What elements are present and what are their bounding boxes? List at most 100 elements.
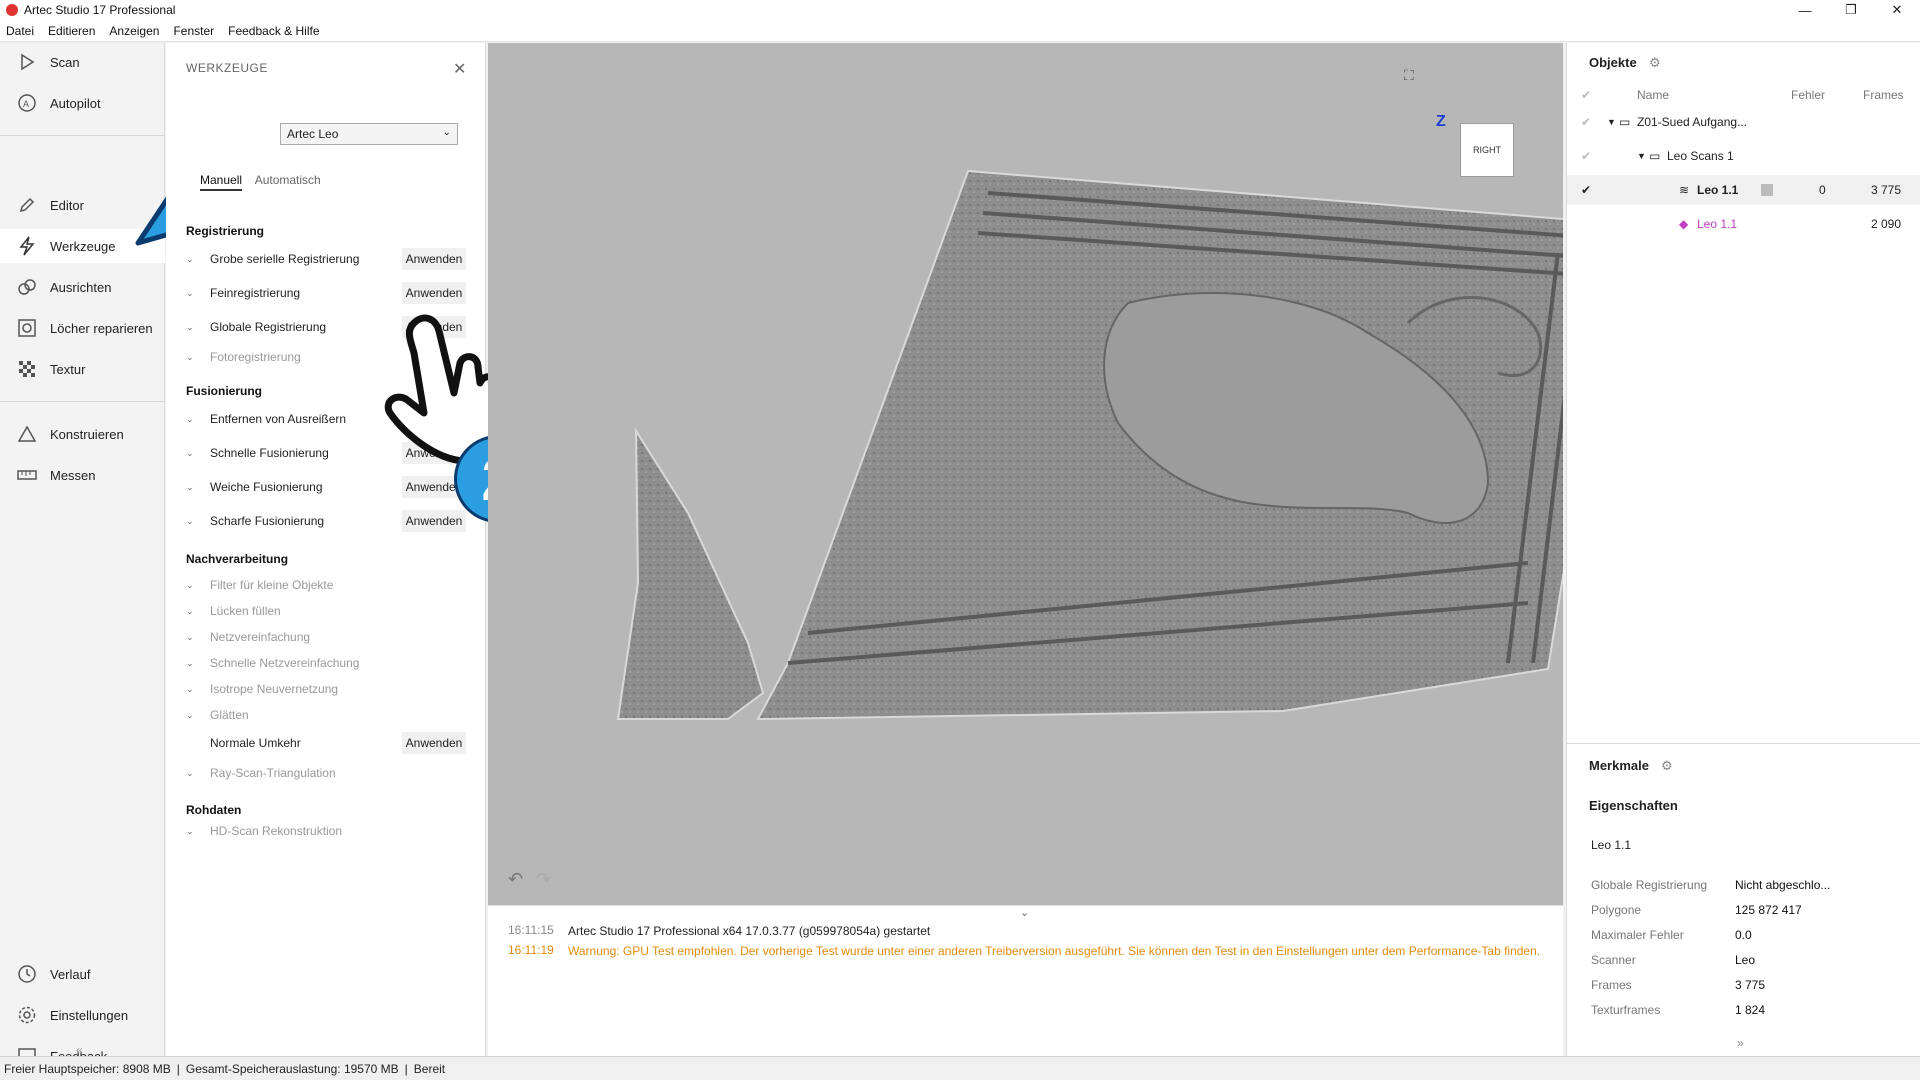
tool-normale-umkehr[interactable]: Normale Umkehr Anwenden — [186, 731, 466, 755]
apply-button[interactable]: Anwenden — [402, 732, 466, 754]
tool-label: Netzvereinfachung — [210, 630, 311, 644]
chevron-down-icon[interactable]: ⌄ — [186, 580, 200, 591]
close-window-button[interactable]: ✕ — [1874, 0, 1920, 20]
tree-row-error: 0 — [1819, 183, 1826, 197]
tool-scharfe-fusionierung[interactable]: ⌄ Scharfe Fusionierung Anwenden — [186, 509, 466, 533]
tool-label: Glätten — [210, 708, 249, 722]
tool-feinregistrierung[interactable]: ⌄ Feinregistrierung Anwenden — [186, 281, 466, 305]
status-free-memory: Freier Hauptspeicher: 8908 MB — [4, 1061, 171, 1076]
nav-ausrichten[interactable]: Ausrichten — [0, 270, 165, 304]
menu-datei[interactable]: Datei — [6, 24, 34, 38]
tool-schnelle-netzvereinfachung[interactable]: ⌄ Schnelle Netzvereinfachung — [186, 651, 466, 675]
chevron-down-icon[interactable]: ⌄ — [186, 254, 200, 265]
chevron-down-icon[interactable]: ⌄ — [186, 710, 200, 721]
visibility-check-icon[interactable]: ✔ — [1581, 115, 1591, 129]
column-error: Fehler — [1791, 88, 1826, 102]
nav-textur[interactable]: Textur — [0, 352, 165, 386]
nav-editor-label: Editor — [50, 197, 84, 213]
nav-einstellungen-label: Einstellungen — [50, 1007, 129, 1023]
nav-scan[interactable]: Scan — [0, 45, 165, 79]
visibility-check-icon[interactable]: ✔ — [1581, 183, 1591, 197]
expand-arrow-icon[interactable]: ▼ — [1607, 117, 1616, 127]
redo-icon[interactable]: ↷ — [536, 869, 551, 890]
tool-isotrope-neuvernetzung[interactable]: ⌄ Isotrope Neuvernetzung — [186, 677, 466, 701]
log-time: 16:11:19 — [508, 943, 554, 957]
view-cube[interactable]: RIGHT — [1452, 111, 1522, 201]
chevron-down-icon[interactable]: ⌄ — [186, 414, 200, 425]
chevron-down-icon[interactable]: ⌄ — [186, 448, 200, 459]
gear-icon[interactable]: ⚙ — [1649, 55, 1661, 71]
axis-z-label: Z — [1436, 113, 1446, 130]
color-swatch[interactable] — [1761, 184, 1773, 196]
tree-row[interactable]: ✔ ▼ ▭ Z01-Sued Aufgang... — [1567, 107, 1920, 137]
scanner-select[interactable]: Artec Leo ⌄ — [280, 123, 458, 145]
scan-mesh[interactable] — [488, 43, 1563, 905]
tab-automatisch[interactable]: Automatisch — [255, 173, 321, 187]
tool-weiche-fusionierung[interactable]: ⌄ Weiche Fusionierung Anwenden — [186, 475, 466, 499]
section-fusionierung: Fusionierung — [186, 384, 262, 398]
chevron-down-icon[interactable]: ⌄ — [186, 322, 200, 333]
prop-value: Leo — [1735, 953, 1756, 967]
close-icon[interactable]: ✕ — [453, 59, 466, 79]
gear-icon[interactable]: ⚙ — [1661, 758, 1673, 774]
log-line-warning: 16:11:19 Warnung: GPU Test empfohlen. De… — [508, 943, 1548, 959]
objects-panel: Objekte ⚙ ✔ Name Fehler Frames ✔ ▼ ▭ Z01… — [1566, 43, 1920, 743]
tree-row[interactable]: ✔ ▼ ▭ Leo Scans 1 — [1567, 141, 1920, 171]
chevron-down-icon[interactable]: ⌄ — [186, 826, 200, 837]
chevron-down-icon[interactable]: ⌄ — [186, 606, 200, 617]
apply-button[interactable]: Anwenden — [402, 282, 466, 304]
tree-row-name: Leo 1.1 — [1697, 183, 1739, 197]
tool-label: Lücken füllen — [210, 604, 281, 618]
menu-fenster[interactable]: Fenster — [173, 24, 214, 38]
folder-icon: ▭ — [1619, 115, 1631, 129]
tab-manuell[interactable]: Manuell — [200, 173, 243, 191]
tool-hd-scan-rekonstruktion[interactable]: ⌄ HD-Scan Rekonstruktion — [186, 819, 466, 843]
visibility-check-icon[interactable]: ✔ — [1581, 149, 1591, 163]
chevron-down-icon[interactable]: ⌄ — [186, 516, 200, 527]
chevron-down-icon[interactable]: ⌄ — [186, 482, 200, 493]
collapse-panel-button[interactable]: « — [76, 1043, 83, 1057]
tool-netzvereinfachung[interactable]: ⌄ Netzvereinfachung — [186, 625, 466, 649]
nav-messen-label: Messen — [50, 467, 96, 483]
tools-panel: WERKZEUGE ✕ Artec Leo ⌄ Manuell Automati… — [166, 43, 542, 1056]
chevron-down-icon[interactable]: ⌄ — [186, 632, 200, 643]
menu-editieren[interactable]: Editieren — [48, 24, 95, 38]
3d-viewport[interactable]: Z RIGHT ⛶ ↶ ↷ — [488, 43, 1563, 905]
tool-luecken-fuellen[interactable]: ⌄ Lücken füllen — [186, 599, 466, 623]
tool-ray-scan-triangulation[interactable]: ⌄ Ray-Scan-Triangulation — [186, 761, 466, 785]
tool-label: Isotrope Neuvernetzung — [210, 682, 339, 696]
apply-button[interactable]: Anwenden — [402, 510, 466, 532]
chevron-down-icon[interactable]: ⌄ — [186, 288, 200, 299]
tool-filter-kleine-objekte[interactable]: ⌄ Filter für kleine Objekte — [186, 573, 466, 597]
log-time: 16:11:15 — [508, 923, 554, 937]
nav-autopilot-label: Autopilot — [50, 95, 101, 111]
fit-view-icon[interactable]: ⛶ — [1404, 67, 1414, 84]
tool-label: HD-Scan Rekonstruktion — [210, 824, 343, 838]
nav-messen[interactable]: Messen — [0, 458, 165, 492]
nav-einstellungen[interactable]: Einstellungen — [0, 998, 165, 1032]
chevron-down-icon[interactable]: ⌄ — [186, 658, 200, 669]
tree-row-selected[interactable]: ✔ ≋ Leo 1.1 0 3 775 — [1567, 175, 1920, 205]
restore-button[interactable]: ❐ — [1828, 0, 1874, 20]
tool-grobe-registrierung[interactable]: ⌄ Grobe serielle Registrierung Anwenden — [186, 247, 466, 271]
expand-panel-button[interactable]: » — [1737, 1036, 1744, 1050]
tool-glaetten[interactable]: ⌄ Glätten — [186, 703, 466, 727]
menu-anzeigen[interactable]: Anzeigen — [109, 24, 159, 38]
nav-loecher-reparieren[interactable]: Löcher reparieren — [0, 311, 165, 345]
minimize-button[interactable]: — — [1782, 0, 1828, 20]
nav-verlauf[interactable]: Verlauf — [0, 957, 165, 991]
chevron-down-icon[interactable]: ⌄ — [186, 352, 200, 363]
view-cube-face[interactable]: RIGHT — [1460, 123, 1514, 177]
console-collapse-button[interactable]: ⌄ — [1020, 906, 1029, 919]
expand-arrow-icon[interactable]: ▼ — [1637, 151, 1646, 161]
chevron-down-icon[interactable]: ⌄ — [186, 684, 200, 695]
nav-konstruieren[interactable]: Konstruieren — [0, 417, 165, 451]
layers-icon: ≋ — [1679, 183, 1690, 197]
tool-label: Ray-Scan-Triangulation — [210, 766, 336, 780]
undo-icon[interactable]: ↶ — [508, 869, 523, 890]
apply-button[interactable]: Anwenden — [402, 248, 466, 270]
column-name: Name — [1637, 88, 1670, 102]
chevron-down-icon[interactable]: ⌄ — [186, 768, 200, 779]
menu-feedback-hilfe[interactable]: Feedback & Hilfe — [228, 24, 319, 38]
tree-row[interactable]: ◆ Leo 1.1 2 090 — [1567, 209, 1920, 239]
